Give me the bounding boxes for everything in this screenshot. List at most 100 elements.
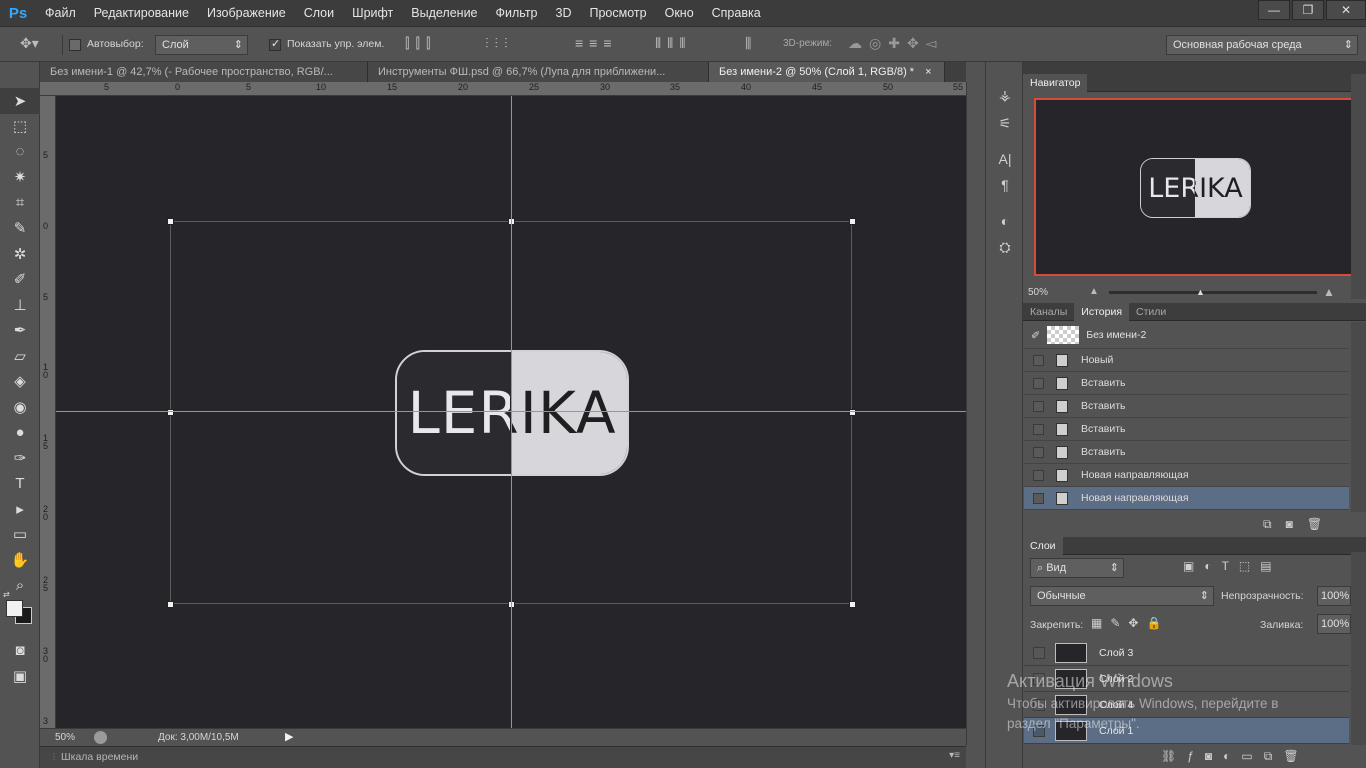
history-checkbox[interactable] bbox=[1033, 377, 1044, 389]
history-item[interactable]: Вставить bbox=[1024, 418, 1349, 441]
layer-style-icon[interactable]: ƒ bbox=[1187, 749, 1205, 763]
eyedropper-tool-icon[interactable]: ✎ bbox=[0, 216, 40, 242]
3d-mode-icons[interactable]: ☁◎✚✥◅ bbox=[848, 35, 943, 52]
adjustments-icon[interactable]: ◐ bbox=[986, 210, 1024, 232]
history-checkbox[interactable] bbox=[1033, 492, 1044, 504]
character-panel-icon[interactable]: A| bbox=[986, 148, 1024, 170]
layer-row[interactable]: Слой 3 bbox=[1024, 640, 1349, 666]
type-tool-icon[interactable]: T bbox=[0, 471, 40, 497]
navigator-preview[interactable]: LERIKA bbox=[1034, 98, 1356, 276]
foreground-color-swatch[interactable] bbox=[6, 600, 23, 617]
status-info-icon[interactable] bbox=[94, 731, 107, 744]
auto-align-icon[interactable]: ⫼ bbox=[745, 35, 751, 52]
navigator-scrollbar[interactable] bbox=[1351, 74, 1366, 299]
blur-tool-icon[interactable]: ◉ bbox=[0, 394, 40, 420]
history-scrollbar[interactable] bbox=[1351, 322, 1366, 512]
delete-layer-icon[interactable]: 🗑 bbox=[1283, 749, 1309, 763]
tab-channels[interactable]: Каналы bbox=[1023, 303, 1074, 321]
layers-scrollbar[interactable] bbox=[1351, 552, 1366, 745]
menu-filter[interactable]: Фильтр bbox=[487, 0, 547, 26]
align-vertical-icons[interactable]: ⫶⫶⫶ bbox=[485, 35, 514, 52]
link-layers-icon[interactable]: ⛓ bbox=[1161, 749, 1187, 763]
move-tool-icon[interactable]: ➤ bbox=[0, 88, 40, 114]
history-checkbox[interactable] bbox=[1033, 400, 1044, 412]
close-button[interactable]: ✕ bbox=[1326, 0, 1366, 20]
layer-visibility-toggle[interactable] bbox=[1033, 646, 1045, 659]
menu-image[interactable]: Изображение bbox=[198, 0, 295, 26]
history-item[interactable]: Новый bbox=[1024, 349, 1349, 372]
transform-handle[interactable] bbox=[849, 218, 856, 225]
navigator-zoom-value[interactable]: 50% bbox=[1028, 287, 1048, 298]
marquee-tool-icon[interactable]: ⬚ bbox=[0, 114, 40, 140]
autoselect-checkbox[interactable] bbox=[69, 39, 81, 51]
blend-mode-select[interactable]: Обычные ⇕ bbox=[1030, 586, 1214, 606]
tab-document-1[interactable]: Без имени-1 @ 42,7% (- Рабочее пространс… bbox=[40, 62, 368, 82]
history-snapshot[interactable]: ✐ Без имени-2 bbox=[1024, 322, 1349, 349]
panel-menu-icon[interactable]: ▾≡ bbox=[949, 750, 960, 761]
transform-handle[interactable] bbox=[167, 601, 174, 608]
autoselect-select[interactable]: Слой ⇕ bbox=[155, 35, 248, 55]
new-snapshot-icon[interactable]: ◙ bbox=[1286, 517, 1307, 531]
history-brush-source-icon[interactable]: ✐ bbox=[1031, 329, 1040, 342]
tab-document-2[interactable]: Инструменты ФШ.psd @ 66,7% (Лупа для при… bbox=[368, 62, 709, 82]
add-mask-icon[interactable]: ◙ bbox=[1205, 749, 1223, 763]
path-selection-tool-icon[interactable]: ▸ bbox=[0, 496, 40, 522]
layer-name[interactable]: Слой 3 bbox=[1099, 647, 1133, 659]
zoom-in-icon[interactable]: ▲ bbox=[1323, 285, 1335, 299]
swap-colors-icon[interactable]: ⇄ bbox=[3, 590, 10, 599]
menu-select[interactable]: Выделение bbox=[402, 0, 486, 26]
horizontal-guide[interactable] bbox=[56, 411, 966, 412]
brush-tool-icon[interactable]: ✐ bbox=[0, 267, 40, 293]
restore-button[interactable]: ❐ bbox=[1292, 0, 1324, 20]
menu-3d[interactable]: 3D bbox=[547, 0, 581, 26]
status-menu-arrow-icon[interactable]: ▶ bbox=[285, 730, 293, 743]
new-layer-icon[interactable]: ⧉ bbox=[1264, 749, 1284, 763]
hand-tool-icon[interactable]: ✋ bbox=[0, 547, 40, 573]
transform-handle[interactable] bbox=[849, 601, 856, 608]
document-canvas[interactable]: LERIKA bbox=[56, 96, 966, 728]
menu-type[interactable]: Шрифт bbox=[343, 0, 402, 26]
distribute-icons[interactable]: ≡≡≡ bbox=[575, 35, 618, 51]
new-document-from-state-icon[interactable]: ⧉ bbox=[1263, 517, 1286, 531]
properties-icon[interactable]: ⛭ bbox=[986, 236, 1024, 258]
move-tool-preset-icon[interactable]: ✥▾ bbox=[20, 35, 39, 52]
tab-layers[interactable]: Слои bbox=[1023, 537, 1063, 555]
align-icons[interactable]: ⫿⫿⫿ bbox=[405, 35, 436, 52]
history-checkbox[interactable] bbox=[1033, 469, 1044, 481]
clone-source-icon[interactable]: ⚟ bbox=[986, 112, 1024, 134]
workspace-select[interactable]: Основная рабочая среда ⇕ bbox=[1166, 35, 1358, 55]
status-zoom[interactable]: 50% bbox=[55, 732, 75, 743]
menu-edit[interactable]: Редактирование bbox=[85, 0, 198, 26]
quick-mask-icon[interactable]: ◙ bbox=[0, 638, 40, 664]
magic-wand-tool-icon[interactable]: ✷ bbox=[0, 165, 40, 191]
fill-input[interactable]: 100% bbox=[1317, 614, 1351, 634]
dodge-tool-icon[interactable]: ● bbox=[0, 420, 40, 446]
tab-close-icon[interactable]: × bbox=[925, 66, 931, 78]
distribute-horizontal-icons[interactable]: ⦀⦀⦀ bbox=[655, 35, 691, 52]
group-icon[interactable]: ▭ bbox=[1241, 749, 1263, 763]
tab-history[interactable]: История bbox=[1074, 303, 1129, 321]
lock-icons[interactable]: ▦✎✥🔒 bbox=[1091, 616, 1169, 630]
eraser-tool-icon[interactable]: ▱ bbox=[0, 343, 40, 369]
shape-tool-icon[interactable]: ▭ bbox=[0, 522, 40, 548]
menu-file[interactable]: Файл bbox=[36, 0, 85, 26]
navigator-zoom-slider[interactable] bbox=[1109, 291, 1317, 294]
adjustment-layer-icon[interactable]: ◐ bbox=[1223, 749, 1241, 763]
history-item[interactable]: Вставить bbox=[1024, 395, 1349, 418]
tab-styles[interactable]: Стили bbox=[1129, 303, 1173, 321]
history-checkbox[interactable] bbox=[1033, 423, 1044, 435]
history-checkbox[interactable] bbox=[1033, 446, 1044, 458]
history-item[interactable]: Новая направляющая bbox=[1024, 464, 1349, 487]
zoom-slider-handle[interactable]: ▲ bbox=[1196, 287, 1205, 297]
transform-handle[interactable] bbox=[167, 218, 174, 225]
menu-view[interactable]: Просмотр bbox=[581, 0, 656, 26]
show-controls-checkbox[interactable]: ✓ bbox=[269, 38, 281, 51]
zoom-out-icon[interactable]: ▲ bbox=[1089, 286, 1099, 297]
healing-brush-tool-icon[interactable]: ✲ bbox=[0, 241, 40, 267]
layer-filter-icons[interactable]: ▣◐T⬚▤ bbox=[1183, 559, 1282, 573]
vertical-guide[interactable] bbox=[511, 96, 512, 728]
tab-document-3[interactable]: Без имени-2 @ 50% (Слой 1, RGB/8) * × bbox=[709, 62, 945, 82]
brush-presets-icon[interactable]: ⚶ bbox=[986, 84, 1024, 106]
minimize-button[interactable]: — bbox=[1258, 0, 1290, 20]
history-item[interactable]: Вставить bbox=[1024, 441, 1349, 464]
